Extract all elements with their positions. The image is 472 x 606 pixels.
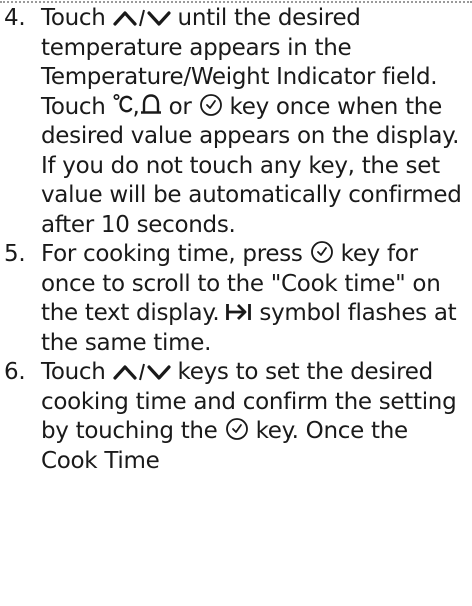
step-number: 4. xyxy=(4,5,26,31)
step-6: 6. Touch keys to set the desired cooking… xyxy=(0,358,472,476)
step-text: Touch xyxy=(41,5,106,31)
step-5: 5. For cooking time, press key for once … xyxy=(0,240,472,358)
clock-icon xyxy=(225,417,249,441)
dotted-separator xyxy=(0,1,472,3)
step-4: 4. Touch until the desired temperature a… xyxy=(4,5,462,238)
end-time-arrow-icon xyxy=(226,301,252,323)
step-text: For cooking time, press xyxy=(41,241,303,267)
clock-icon xyxy=(199,93,223,117)
temperature-celsius-icon xyxy=(113,93,133,117)
up-down-arrows-icon xyxy=(112,8,171,28)
bell-icon xyxy=(140,93,162,117)
clock-icon xyxy=(310,240,334,264)
step-text: Touch xyxy=(41,359,106,385)
step-number: 5. xyxy=(4,241,26,267)
step-number: 6. xyxy=(4,359,26,385)
instruction-steps: 4. Touch until the desired temperature a… xyxy=(0,4,472,476)
step-text: or xyxy=(168,93,192,120)
up-down-arrows-icon xyxy=(112,362,171,382)
